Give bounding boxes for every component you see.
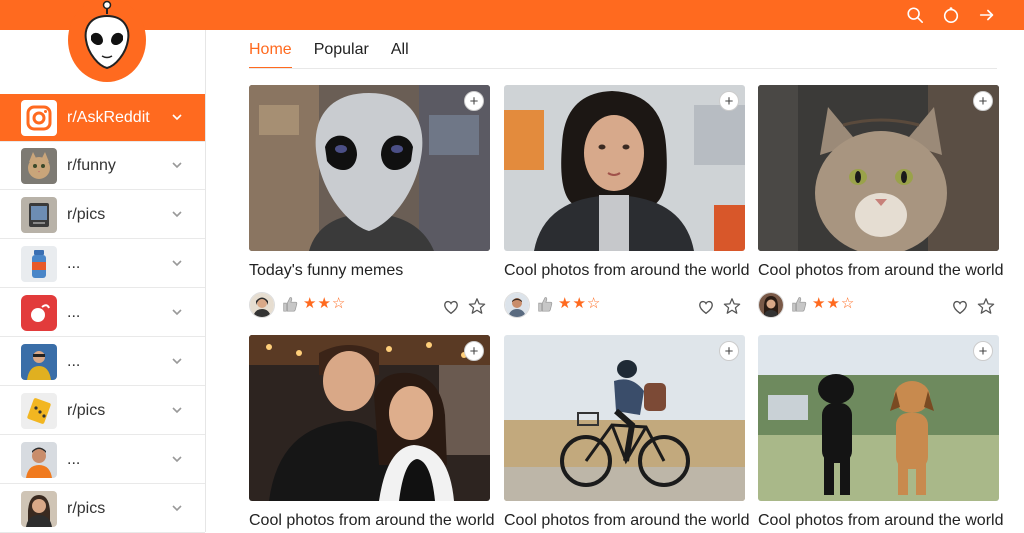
post-meta: ★★☆ <box>758 292 999 318</box>
heart-icon[interactable] <box>697 298 715 316</box>
post-card[interactable]: + Cool photos from around the world <box>504 335 749 530</box>
tabs-divider <box>249 68 997 69</box>
red-app-thumbnail <box>21 294 57 331</box>
post-card[interactable]: + Cool photos from around the world ★★☆ <box>504 85 749 318</box>
star-icon[interactable] <box>977 297 995 315</box>
feed-tabs: Home Popular All <box>249 41 409 69</box>
post-card[interactable]: + Cool photos from around the world ★★☆ <box>758 85 1003 318</box>
post-title[interactable]: Cool photos from around the world <box>504 512 749 530</box>
sidebar-item-label: r/pics <box>67 401 106 419</box>
device-thumbnail <box>21 196 57 233</box>
post-title[interactable]: Today's funny memes <box>249 262 490 280</box>
post-title[interactable]: Cool photos from around the world <box>758 512 1003 530</box>
chevron-down-icon[interactable] <box>171 159 183 171</box>
thumbs-up-icon[interactable] <box>790 295 808 313</box>
yellow-tile-thumbnail <box>21 392 57 429</box>
post-title[interactable]: Cool photos from around the world <box>504 262 749 280</box>
login-arrow-icon[interactable] <box>978 6 996 24</box>
sidebar-item-funny[interactable]: r/funny <box>0 142 205 190</box>
post-card[interactable]: + Cool photos from around the world <box>249 335 494 530</box>
post-card[interactable]: + Today's funny memes ★★☆ <box>249 85 490 318</box>
add-icon[interactable]: + <box>464 91 484 111</box>
chevron-down-icon[interactable] <box>171 111 183 123</box>
heart-icon[interactable] <box>442 298 460 316</box>
sidebar-item-pics-3[interactable]: r/pics <box>0 485 205 533</box>
add-icon[interactable]: + <box>719 91 739 111</box>
sidebar-item-label: r/pics <box>67 205 106 223</box>
man-orange-thumbnail <box>21 441 57 478</box>
sidebar-item-label: ... <box>67 254 81 272</box>
sidebar-item-more-2[interactable]: ... <box>0 289 205 337</box>
sidebar-item-pics[interactable]: r/pics <box>0 191 205 239</box>
sidebar-item-label: ... <box>67 303 81 321</box>
post-meta: ★★☆ <box>249 292 490 318</box>
top-bar <box>0 0 1024 30</box>
sidebar-item-label: r/pics <box>67 499 106 517</box>
tab-popular[interactable]: Popular <box>314 41 369 69</box>
bottle-thumbnail <box>21 245 57 282</box>
post-title[interactable]: Cool photos from around the world <box>249 512 494 530</box>
cyclist-photo[interactable]: + <box>504 335 745 501</box>
post-meta: ★★☆ <box>504 292 745 318</box>
cat-thumbnail <box>21 147 57 184</box>
star-icon[interactable] <box>723 297 741 315</box>
sidebar-item-askreddit[interactable]: r/AskReddit <box>0 94 205 142</box>
dogs-photo[interactable]: + <box>758 335 999 501</box>
chevron-down-icon[interactable] <box>171 257 183 269</box>
chevron-down-icon[interactable] <box>171 208 183 220</box>
avatar[interactable] <box>249 292 275 318</box>
sidebar-item-more-4[interactable]: ... <box>0 436 205 484</box>
thumbs-up-icon[interactable] <box>281 295 299 313</box>
chevron-down-icon[interactable] <box>171 502 183 514</box>
add-icon[interactable]: + <box>973 341 993 361</box>
sidebar-item-label: r/AskReddit <box>67 108 150 126</box>
instagram-camera-icon <box>21 99 57 136</box>
heart-icon[interactable] <box>951 298 969 316</box>
avatar[interactable] <box>758 292 784 318</box>
add-icon[interactable]: + <box>464 341 484 361</box>
notifications-icon[interactable] <box>942 6 960 24</box>
sidebar-item-label: r/funny <box>67 156 116 174</box>
sidebar-item-label: ... <box>67 450 81 468</box>
woman-thumbnail <box>21 490 57 527</box>
sidebar-item-label: ... <box>67 352 81 370</box>
couple-photo[interactable]: + <box>249 335 490 501</box>
star-icon[interactable] <box>468 297 486 315</box>
sidebar-item-more-1[interactable]: ... <box>0 240 205 288</box>
header-actions <box>906 0 996 30</box>
add-icon[interactable]: + <box>973 91 993 111</box>
chevron-down-icon[interactable] <box>171 355 183 367</box>
rating-stars: ★★☆ <box>558 295 602 312</box>
avatar[interactable] <box>504 292 530 318</box>
rating-stars: ★★☆ <box>812 295 856 312</box>
post-card[interactable]: + Cool photos from around the world <box>758 335 1003 530</box>
sidebar-item-more-3[interactable]: ... <box>0 338 205 386</box>
thumbs-up-icon[interactable] <box>536 295 554 313</box>
post-title[interactable]: Cool photos from around the world <box>758 262 1003 280</box>
search-icon[interactable] <box>906 6 924 24</box>
alien-photo[interactable]: + <box>249 85 490 251</box>
tab-home[interactable]: Home <box>249 41 292 69</box>
chevron-down-icon[interactable] <box>171 306 183 318</box>
woman-photo[interactable]: + <box>504 85 745 251</box>
person-blue-thumbnail <box>21 343 57 380</box>
tab-all[interactable]: All <box>391 41 409 69</box>
sidebar-item-pics-2[interactable]: r/pics <box>0 387 205 435</box>
alien-logo[interactable] <box>68 0 146 82</box>
chevron-down-icon[interactable] <box>171 404 183 416</box>
rating-stars: ★★☆ <box>303 295 347 312</box>
subreddit-sidebar: r/AskReddit r/funny r/pics ... ... ... r… <box>0 30 206 533</box>
add-icon[interactable]: + <box>719 341 739 361</box>
cat-photo[interactable]: + <box>758 85 999 251</box>
chevron-down-icon[interactable] <box>171 453 183 465</box>
